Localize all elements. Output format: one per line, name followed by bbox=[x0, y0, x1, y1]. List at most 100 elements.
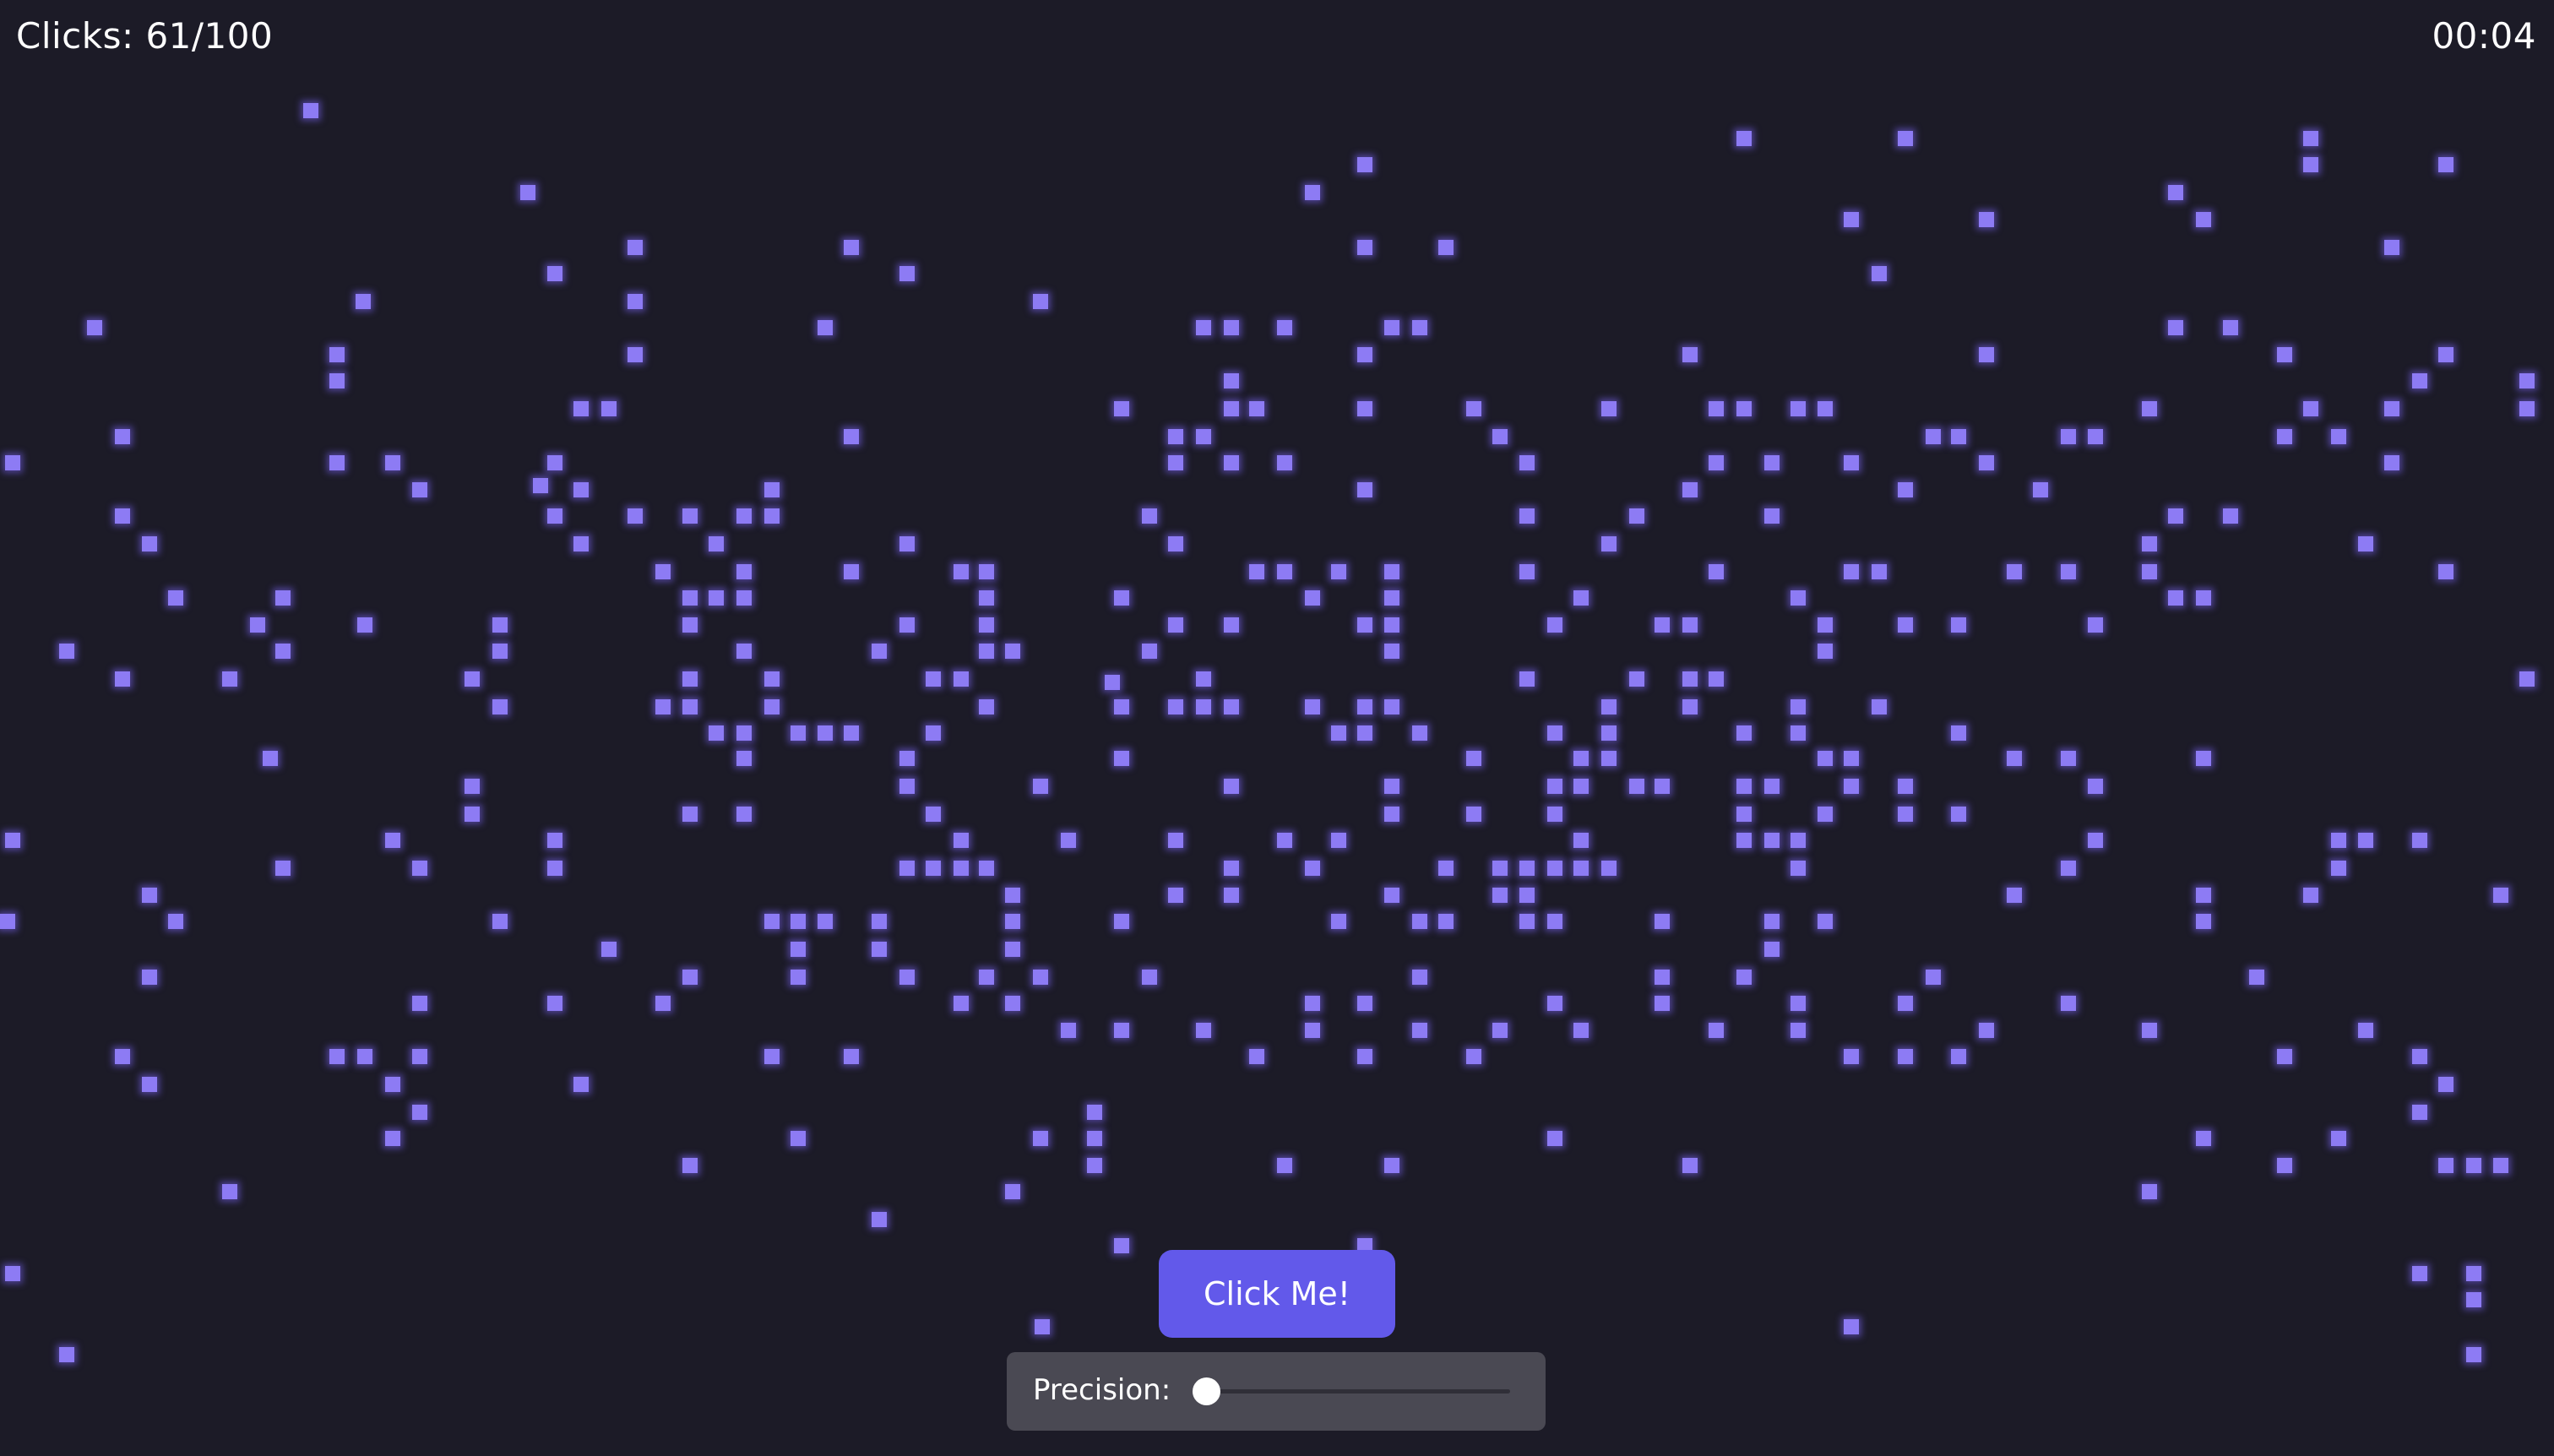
click-marker bbox=[2303, 157, 2318, 172]
click-marker bbox=[1331, 833, 1346, 848]
click-marker bbox=[1005, 644, 1020, 659]
click-marker bbox=[1196, 671, 1211, 687]
click-markers-layer bbox=[0, 0, 2554, 1456]
click-marker bbox=[1601, 725, 1617, 741]
precision-slider-thumb[interactable] bbox=[1193, 1377, 1220, 1405]
click-marker bbox=[492, 644, 508, 659]
click-marker bbox=[1898, 482, 1913, 497]
click-marker bbox=[1764, 779, 1780, 794]
click-marker bbox=[1655, 617, 1670, 633]
click-marker bbox=[1005, 914, 1020, 929]
click-marker bbox=[1305, 185, 1320, 200]
click-marker bbox=[1573, 861, 1589, 876]
click-marker bbox=[2196, 1131, 2211, 1146]
click-marker bbox=[1573, 833, 1589, 848]
click-marker bbox=[1844, 779, 1859, 794]
click-marker bbox=[1412, 914, 1427, 929]
click-marker bbox=[142, 1077, 157, 1092]
click-marker bbox=[2412, 373, 2427, 388]
click-marker bbox=[1629, 671, 1644, 687]
click-me-button[interactable]: Click Me! bbox=[1159, 1250, 1395, 1338]
click-marker bbox=[979, 644, 994, 659]
click-marker bbox=[412, 1049, 427, 1064]
click-marker bbox=[2142, 1184, 2157, 1199]
click-marker bbox=[1791, 725, 1806, 741]
click-marker bbox=[2303, 401, 2318, 416]
click-marker bbox=[5, 833, 20, 848]
click-marker bbox=[818, 914, 833, 929]
click-marker bbox=[1979, 347, 1994, 362]
click-marker bbox=[2168, 508, 2183, 524]
click-marker bbox=[709, 590, 724, 606]
click-marker bbox=[2223, 320, 2238, 335]
click-marker bbox=[872, 914, 887, 929]
click-marker bbox=[1384, 807, 1399, 822]
click-marker bbox=[1791, 699, 1806, 714]
click-marker bbox=[2412, 1266, 2427, 1281]
click-marker bbox=[1277, 455, 1292, 470]
click-marker bbox=[1926, 970, 1941, 985]
click-marker bbox=[979, 590, 994, 606]
click-marker bbox=[1114, 1238, 1129, 1253]
precision-slider[interactable] bbox=[1193, 1377, 1510, 1405]
click-marker bbox=[2061, 751, 2076, 766]
click-marker bbox=[1384, 699, 1399, 714]
click-marker bbox=[682, 671, 698, 687]
click-marker bbox=[979, 564, 994, 579]
click-marker bbox=[2466, 1266, 2481, 1281]
click-marker bbox=[2384, 401, 2399, 416]
click-marker bbox=[2223, 508, 2238, 524]
click-marker bbox=[1438, 914, 1454, 929]
click-marker bbox=[1114, 590, 1129, 606]
click-marker bbox=[1114, 699, 1129, 714]
click-marker bbox=[1357, 1049, 1372, 1064]
click-marker bbox=[1412, 320, 1427, 335]
click-marker bbox=[844, 1049, 859, 1064]
click-marker bbox=[1951, 429, 1966, 444]
click-marker bbox=[115, 1049, 130, 1064]
click-marker bbox=[1357, 482, 1372, 497]
click-marker bbox=[655, 996, 671, 1011]
clicks-counter: Clicks: 61/100 bbox=[16, 15, 274, 57]
click-marker bbox=[1818, 644, 1833, 659]
click-marker bbox=[899, 861, 915, 876]
click-marker bbox=[2331, 861, 2346, 876]
precision-label: Precision: bbox=[1033, 1373, 1171, 1407]
click-marker bbox=[2466, 1158, 2481, 1173]
click-marker bbox=[1547, 617, 1562, 633]
click-marker bbox=[520, 185, 535, 200]
click-marker bbox=[275, 590, 291, 606]
click-marker bbox=[1384, 888, 1399, 903]
click-marker bbox=[899, 779, 915, 794]
click-marker bbox=[2466, 1292, 2481, 1307]
click-marker bbox=[1629, 779, 1644, 794]
click-marker bbox=[1655, 914, 1670, 929]
game-stage[interactable]: Clicks: 61/100 00:04 Click Me! Precision… bbox=[0, 0, 2554, 1456]
click-marker bbox=[1331, 914, 1346, 929]
click-marker bbox=[1736, 807, 1752, 822]
click-marker bbox=[0, 914, 15, 929]
click-marker bbox=[628, 240, 643, 255]
click-marker bbox=[168, 590, 183, 606]
click-marker bbox=[2277, 347, 2292, 362]
click-marker bbox=[1384, 779, 1399, 794]
click-marker bbox=[1601, 536, 1617, 551]
click-marker bbox=[1114, 1023, 1129, 1038]
click-marker bbox=[1573, 590, 1589, 606]
click-marker bbox=[736, 590, 752, 606]
click-marker bbox=[385, 1077, 400, 1092]
click-marker bbox=[2412, 833, 2427, 848]
click-marker bbox=[2061, 996, 2076, 1011]
click-marker bbox=[2196, 914, 2211, 929]
click-marker bbox=[899, 536, 915, 551]
click-marker bbox=[1384, 320, 1399, 335]
click-marker bbox=[1818, 914, 1833, 929]
click-marker bbox=[1951, 1049, 1966, 1064]
click-marker bbox=[5, 455, 20, 470]
click-marker bbox=[1898, 617, 1913, 633]
click-marker bbox=[682, 970, 698, 985]
click-marker bbox=[2142, 1023, 2157, 1038]
click-marker bbox=[142, 970, 157, 985]
click-marker bbox=[1466, 751, 1481, 766]
click-marker bbox=[1682, 482, 1698, 497]
